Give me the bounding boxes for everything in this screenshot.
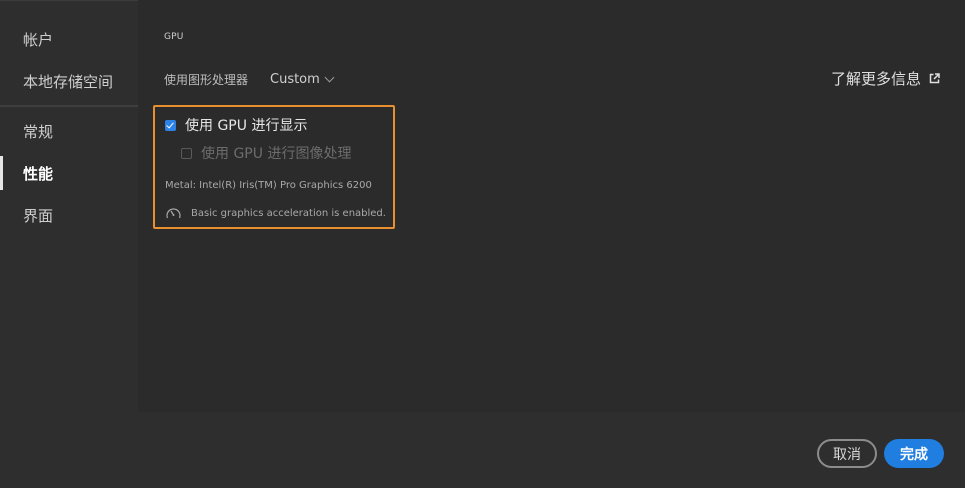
sidebar-item-account[interactable]: 帐户 — [0, 19, 138, 59]
performance-settings-panel: GPU 使用图形处理器 Custom 了解更多信息 使用 GPU 进行显示 使用… — [138, 0, 965, 412]
gpu-processor-dropdown[interactable]: Custom — [270, 72, 335, 87]
checkbox-unchecked-icon[interactable] — [181, 147, 192, 159]
external-link-icon — [929, 73, 940, 84]
learn-more-label: 了解更多信息 — [830, 70, 921, 88]
learn-more-link[interactable]: 了解更多信息 — [831, 68, 940, 89]
acceleration-status-text: Basic graphics acceleration is enabled. — [191, 207, 386, 219]
gpu-processor-value: Custom — [270, 72, 320, 87]
sidebar-item-local-storage[interactable]: 本地存储空间 — [0, 61, 138, 101]
use-gpu-display-label: 使用 GPU 进行显示 — [185, 118, 308, 134]
use-gpu-image-processing-checkbox[interactable]: 使用 GPU 进行图像处理 — [181, 143, 351, 163]
checkbox-checked-icon[interactable] — [165, 119, 176, 131]
section-title: GPU — [164, 32, 184, 42]
gpu-processor-label: 使用图形处理器 — [164, 73, 249, 87]
gpu-options-group: 使用 GPU 进行显示 使用 GPU 进行图像处理 Metal: Intel(R… — [153, 105, 395, 229]
use-gpu-image-processing-label: 使用 GPU 进行图像处理 — [201, 146, 352, 162]
gauge-icon — [166, 208, 181, 219]
chevron-down-icon — [324, 72, 335, 83]
settings-sidebar: 帐户 本地存储空间 常规 性能 界面 — [0, 0, 138, 412]
sidebar-item-label: 本地存储空间 — [23, 72, 114, 91]
done-button[interactable]: 完成 — [884, 439, 944, 468]
sidebar-item-performance[interactable]: 性能 — [0, 153, 138, 193]
sidebar-item-label: 帐户 — [23, 30, 54, 49]
sidebar-item-general[interactable]: 常规 — [0, 111, 138, 151]
sidebar-item-label: 常规 — [23, 122, 54, 141]
sidebar-divider — [0, 105, 138, 107]
acceleration-status: Basic graphics acceleration is enabled. — [165, 206, 386, 220]
sidebar-item-label: 性能 — [23, 164, 54, 183]
sidebar-item-interface[interactable]: 界面 — [0, 195, 138, 235]
sidebar-item-label: 界面 — [23, 206, 54, 225]
use-gpu-display-checkbox[interactable]: 使用 GPU 进行显示 — [165, 115, 307, 135]
cancel-button[interactable]: 取消 — [817, 439, 877, 468]
gpu-device-info: Metal: Intel(R) Iris(TM) Pro Graphics 62… — [165, 180, 372, 191]
